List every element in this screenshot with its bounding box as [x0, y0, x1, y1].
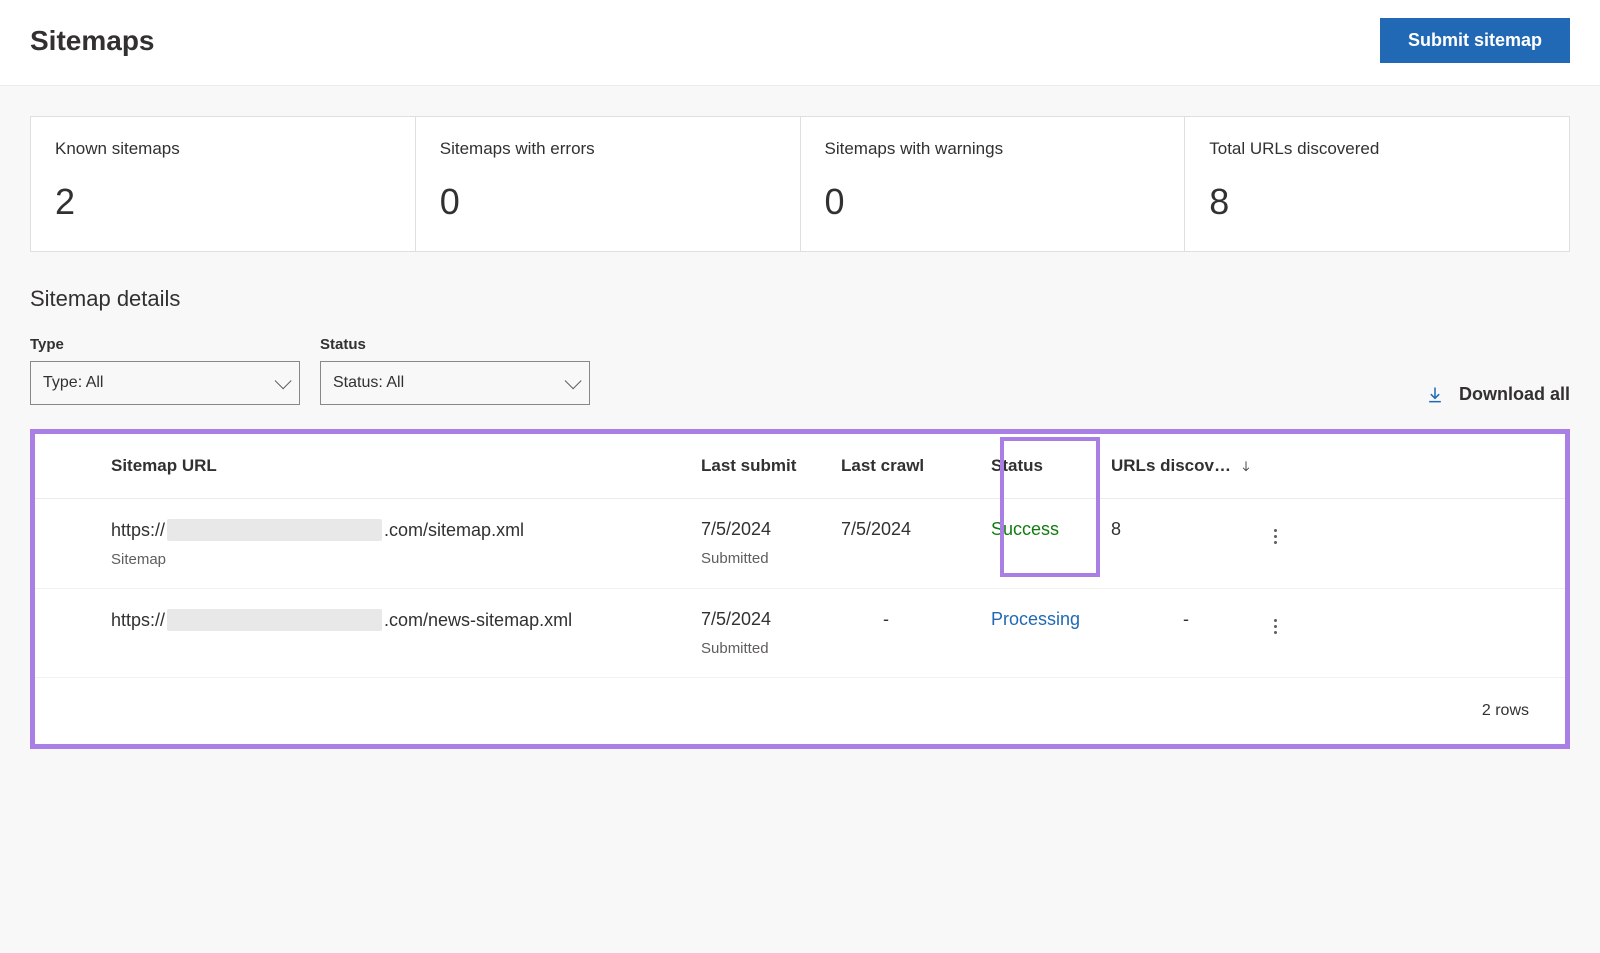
row-actions-menu[interactable]: [1274, 529, 1278, 544]
section-title: Sitemap details: [30, 286, 1570, 312]
download-all-label: Download all: [1459, 384, 1570, 405]
download-icon: [1425, 385, 1445, 405]
url-suffix: .com/news-sitemap.xml: [384, 610, 572, 631]
submit-note: Submitted: [701, 640, 841, 657]
urls-discovered-value: 8: [1111, 519, 1121, 540]
top-bar: Sitemaps Submit sitemap: [0, 0, 1600, 86]
url-prefix: https://: [111, 610, 165, 631]
last-submit-date: 7/5/2024: [701, 519, 841, 540]
stat-label: Sitemaps with warnings: [825, 139, 1161, 159]
stat-value: 0: [825, 181, 1161, 223]
filter-type-label: Type: [30, 336, 300, 353]
col-header-last-crawl[interactable]: Last crawl: [841, 456, 924, 475]
stat-label: Known sitemaps: [55, 139, 391, 159]
filter-type-group: Type Type: All: [30, 336, 300, 405]
sitemap-type-label: Sitemap: [111, 551, 701, 568]
table-row[interactable]: https:// .com/sitemap.xml Sitemap 7/5/20…: [35, 499, 1565, 589]
chevron-down-icon: [275, 372, 292, 389]
stat-cards-row: Known sitemaps 2 Sitemaps with errors 0 …: [30, 116, 1570, 252]
redacted-domain: [167, 609, 382, 631]
stat-label: Sitemaps with errors: [440, 139, 776, 159]
download-all-button[interactable]: Download all: [1425, 384, 1570, 405]
col-header-urls-discovered[interactable]: URLs discov…: [1111, 456, 1231, 476]
submit-sitemap-button[interactable]: Submit sitemap: [1380, 18, 1570, 63]
urls-discovered-value: -: [1111, 609, 1261, 630]
sitemap-url: https:// .com/news-sitemap.xml: [111, 609, 701, 631]
stat-label: Total URLs discovered: [1209, 139, 1545, 159]
stat-card-known-sitemaps[interactable]: Known sitemaps 2: [30, 116, 416, 252]
stat-value: 0: [440, 181, 776, 223]
url-prefix: https://: [111, 520, 165, 541]
stat-value: 2: [55, 181, 391, 223]
table-footer-rowcount: 2 rows: [35, 678, 1565, 744]
status-value: Success: [991, 519, 1111, 540]
filter-status-value: Status: All: [333, 374, 404, 392]
chevron-down-icon: [565, 372, 582, 389]
stat-card-errors[interactable]: Sitemaps with errors 0: [416, 116, 801, 252]
sitemap-table: Sitemap URL Last submit Last crawl Statu…: [30, 429, 1570, 749]
filter-status-group: Status Status: All: [320, 336, 590, 405]
last-crawl-date: 7/5/2024: [841, 519, 991, 540]
table-header-row: Sitemap URL Last submit Last crawl Statu…: [35, 434, 1565, 499]
row-actions-menu[interactable]: [1274, 619, 1278, 634]
url-suffix: .com/sitemap.xml: [384, 520, 524, 541]
submit-note: Submitted: [701, 550, 841, 567]
filter-status-label: Status: [320, 336, 590, 353]
filter-type-value: Type: All: [43, 374, 103, 392]
page-title: Sitemaps: [30, 25, 155, 57]
stat-card-warnings[interactable]: Sitemaps with warnings 0: [801, 116, 1186, 252]
stat-value: 8: [1209, 181, 1545, 223]
table-row[interactable]: https:// .com/news-sitemap.xml 7/5/2024 …: [35, 589, 1565, 678]
col-header-last-submit[interactable]: Last submit: [701, 456, 796, 475]
last-submit-date: 7/5/2024: [701, 609, 841, 630]
sort-descending-icon: [1239, 459, 1253, 473]
filter-row: Type Type: All Status Status: All Downlo…: [30, 336, 1570, 405]
page-body: Known sitemaps 2 Sitemaps with errors 0 …: [0, 86, 1600, 953]
last-crawl-date: -: [841, 609, 991, 630]
filter-status-select[interactable]: Status: All: [320, 361, 590, 405]
status-value: Processing: [991, 609, 1111, 630]
col-header-url[interactable]: Sitemap URL: [111, 456, 217, 475]
col-header-status[interactable]: Status: [991, 456, 1043, 475]
sitemap-url: https:// .com/sitemap.xml: [111, 519, 701, 541]
redacted-domain: [167, 519, 382, 541]
filter-type-select[interactable]: Type: All: [30, 361, 300, 405]
stat-card-urls-discovered[interactable]: Total URLs discovered 8: [1185, 116, 1570, 252]
